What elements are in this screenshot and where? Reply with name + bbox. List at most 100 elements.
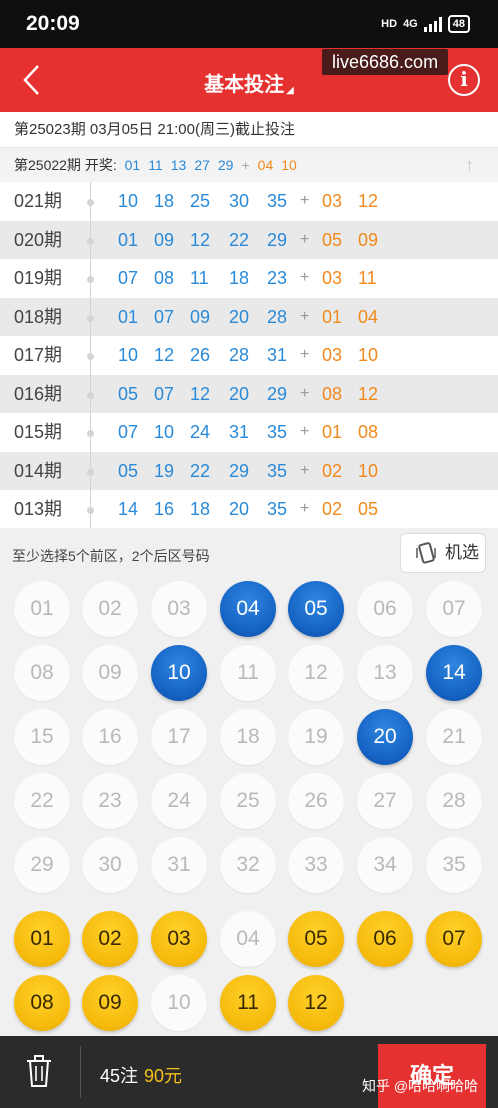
timeline-dot xyxy=(87,237,94,245)
expand-up-icon[interactable]: ↑ xyxy=(465,148,474,182)
front-ball[interactable]: 30 xyxy=(82,837,138,893)
history-period: 014期 xyxy=(14,460,63,481)
front-ball[interactable]: 35 xyxy=(426,837,482,893)
front-ball[interactable]: 10 xyxy=(151,645,207,701)
front-ball[interactable]: 20 xyxy=(357,709,413,765)
plus-sign: + xyxy=(300,423,310,440)
front-ball[interactable]: 19 xyxy=(288,709,344,765)
back-ball[interactable]: 06 xyxy=(357,911,413,967)
back-ball[interactable]: 08 xyxy=(14,975,70,1031)
last-draw-front-number: 27 xyxy=(194,157,210,173)
front-ball[interactable]: 15 xyxy=(14,709,70,765)
history-back-number: 04 xyxy=(358,306,379,327)
back-ball[interactable]: 05 xyxy=(288,911,344,967)
history-front-number: 28 xyxy=(267,306,288,327)
bet-amount: 90元 xyxy=(144,1066,183,1086)
caret-down-icon: ◢ xyxy=(286,85,294,96)
back-ball[interactable]: 04 xyxy=(220,911,276,967)
status-time: 20:09 xyxy=(26,12,80,35)
front-ball[interactable]: 32 xyxy=(220,837,276,893)
front-ball[interactable]: 05 xyxy=(288,581,344,637)
last-draw-row: 第25022期 开奖: 01 11 13 27 29 +04 10 ↑ xyxy=(0,148,498,182)
front-ball[interactable]: 24 xyxy=(151,773,207,829)
history-period: 019期 xyxy=(14,268,63,288)
front-ball[interactable]: 33 xyxy=(288,837,344,893)
front-ball[interactable]: 21 xyxy=(426,709,482,765)
front-ball[interactable]: 01 xyxy=(14,581,70,637)
history-period: 017期 xyxy=(14,345,63,365)
hd-icon: HD xyxy=(381,18,398,30)
bet-summary: 45注 90元 xyxy=(100,1062,182,1088)
last-draw-back-number: 04 xyxy=(257,157,274,173)
history-front-number: 35 xyxy=(267,191,288,211)
front-ball[interactable]: 26 xyxy=(288,773,344,829)
back-ball[interactable]: 02 xyxy=(82,911,138,967)
history-period: 021期 xyxy=(14,191,63,211)
history-front-number: 01 xyxy=(118,229,139,250)
front-ball[interactable]: 31 xyxy=(151,837,207,893)
front-ball[interactable]: 08 xyxy=(14,645,70,701)
back-ball[interactable]: 07 xyxy=(426,911,482,967)
front-ball[interactable]: 17 xyxy=(151,709,207,765)
history-period: 020期 xyxy=(14,229,63,250)
front-ball[interactable]: 16 xyxy=(82,709,138,765)
front-ball[interactable]: 03 xyxy=(151,581,207,637)
history-back-number: 11 xyxy=(358,268,377,288)
history-front-number: 12 xyxy=(190,229,211,250)
random-pick-button[interactable]: 机选 xyxy=(400,533,486,573)
front-ball[interactable]: 04 xyxy=(220,581,276,637)
pick-area: 至少选择5个前区，2个后区号码 机选 01 02 03 04 05 06 07 08 09 10 1… xyxy=(0,528,498,1036)
back-ball[interactable]: 12 xyxy=(288,975,344,1031)
front-ball[interactable]: 02 xyxy=(82,581,138,637)
front-ball[interactable]: 09 xyxy=(82,645,138,701)
history-front-number: 05 xyxy=(118,383,139,404)
history-back-number: 05 xyxy=(358,499,379,519)
front-ball[interactable]: 12 xyxy=(288,645,344,701)
front-ball[interactable]: 25 xyxy=(220,773,276,829)
plus-sign: + xyxy=(300,230,310,248)
front-ball[interactable]: 29 xyxy=(14,837,70,893)
front-ball[interactable]: 22 xyxy=(14,773,70,829)
history-back-number: 03 xyxy=(322,268,343,288)
front-ball[interactable]: 27 xyxy=(357,773,413,829)
back-ball[interactable]: 09 xyxy=(82,975,138,1031)
history-front-number: 07 xyxy=(118,268,139,288)
back-ball[interactable]: 03 xyxy=(151,911,207,967)
history-back-number: 10 xyxy=(358,345,379,365)
plus-sign: + xyxy=(300,500,310,517)
back-ball[interactable]: 01 xyxy=(14,911,70,967)
history-list: 021期 10 18 25 30 35 +03 12 020期 01 09 12 22 29 +05 09 01… xyxy=(0,182,498,529)
history-front-number: 20 xyxy=(229,383,250,404)
back-ball[interactable]: 10 xyxy=(151,975,207,1031)
front-ball[interactable]: 28 xyxy=(426,773,482,829)
front-ball[interactable]: 13 xyxy=(357,645,413,701)
history-front-number: 22 xyxy=(229,229,250,250)
bet-count: 45注 xyxy=(100,1066,139,1086)
front-ball[interactable]: 23 xyxy=(82,773,138,829)
watermark-text: live6686.com xyxy=(322,49,449,75)
front-ball[interactable]: 11 xyxy=(220,645,276,701)
history-back-number: 03 xyxy=(322,345,343,365)
info-icon[interactable]: i xyxy=(448,64,480,96)
plus-sign: + xyxy=(300,269,310,286)
timeline-dot xyxy=(87,430,94,437)
front-ball[interactable]: 34 xyxy=(357,837,413,893)
back-ball[interactable]: 11 xyxy=(220,975,276,1031)
history-front-number: 31 xyxy=(229,422,250,442)
front-ball[interactable]: 06 xyxy=(357,581,413,637)
front-ball[interactable]: 07 xyxy=(426,581,482,637)
history-back-number: 02 xyxy=(322,460,343,481)
trash-icon[interactable] xyxy=(24,1054,54,1088)
history-row: 019期 07 08 11 18 23 +03 11 xyxy=(0,259,498,298)
history-front-number: 07 xyxy=(118,422,139,442)
signal-icon xyxy=(423,16,442,32)
front-ball[interactable]: 14 xyxy=(426,645,482,701)
history-row: 017期 10 12 26 28 31 +03 10 xyxy=(0,336,498,375)
last-draw-front-number: 13 xyxy=(170,157,187,173)
divider xyxy=(80,1046,81,1098)
random-pick-label: 机选 xyxy=(445,543,479,562)
history-row: 020期 01 09 12 22 29 +05 09 xyxy=(0,220,498,259)
timeline-dot xyxy=(87,391,94,399)
front-ball[interactable]: 18 xyxy=(220,709,276,765)
history-back-number: 10 xyxy=(358,460,379,481)
